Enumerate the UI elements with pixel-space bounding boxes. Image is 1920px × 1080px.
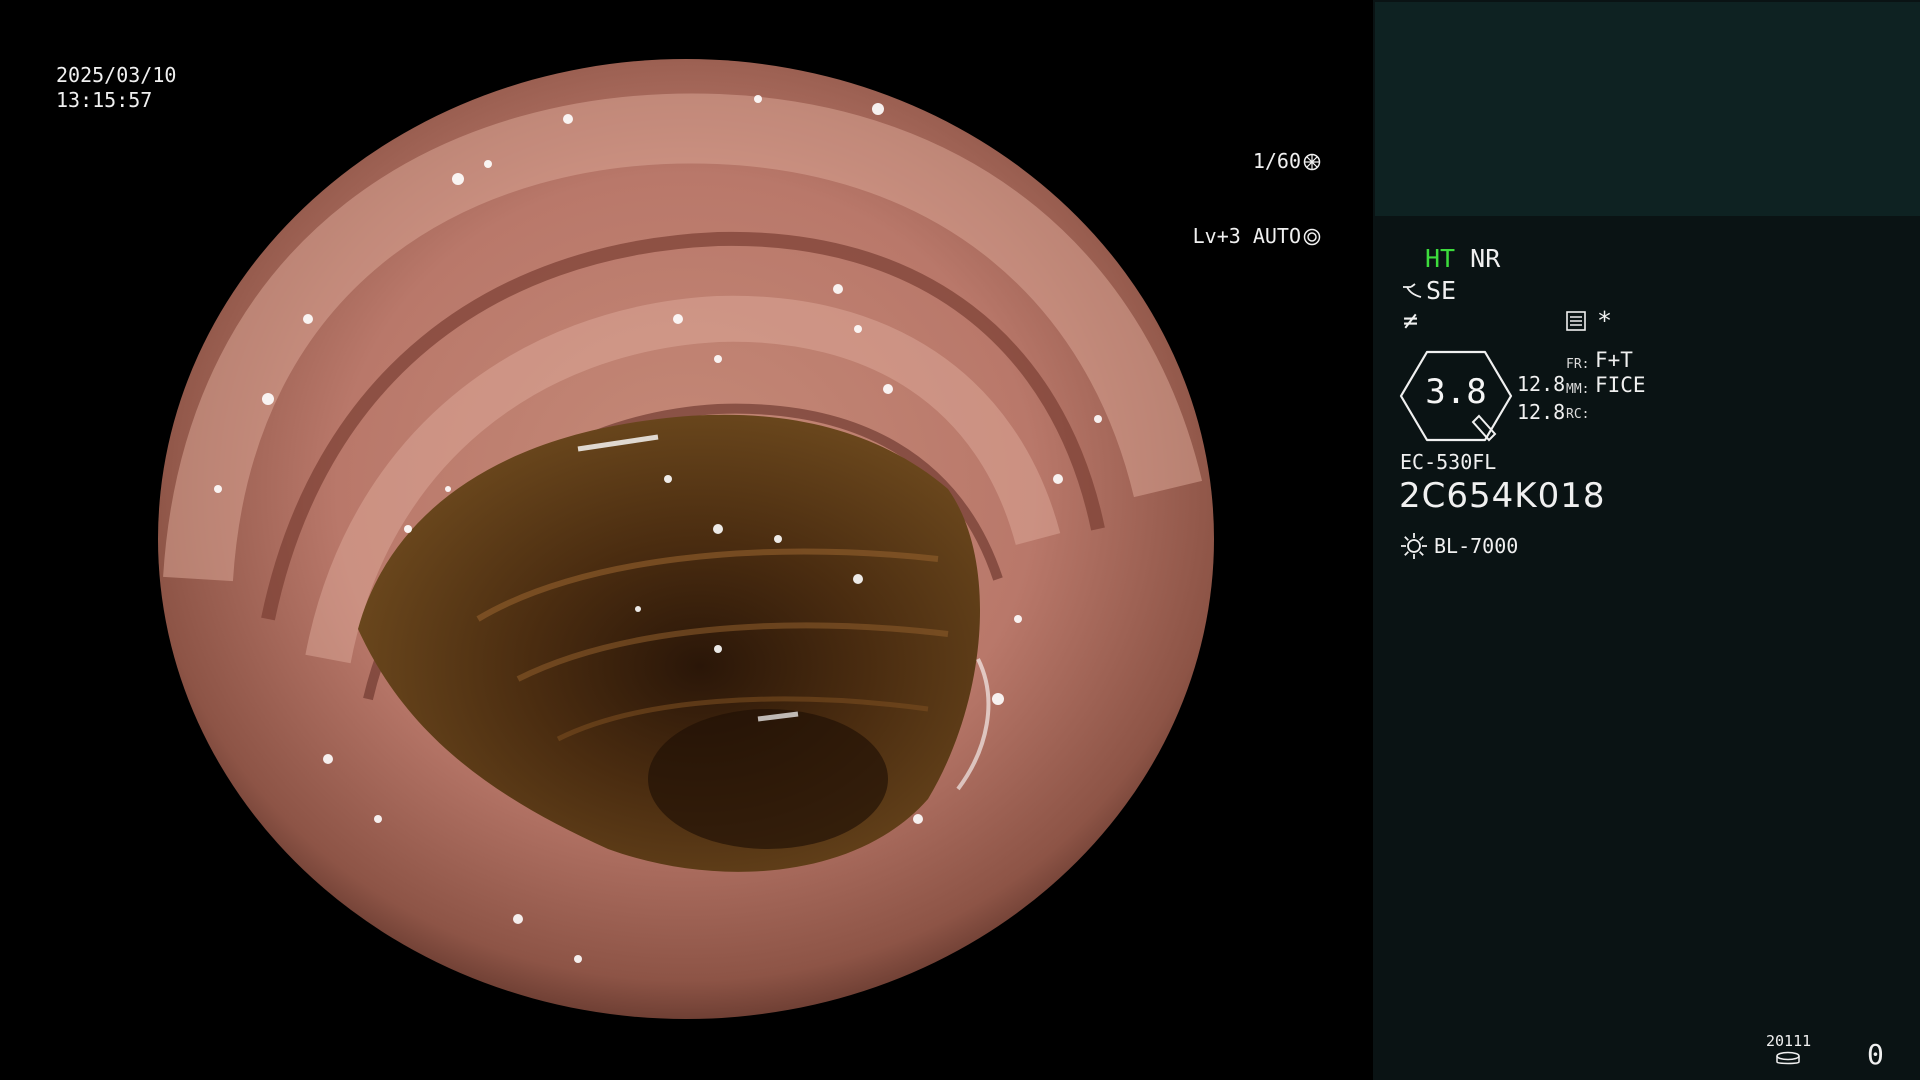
option-indicators: * (1565, 306, 1612, 335)
exposure-readout: 1/60 Lv+3 AUTO (1193, 99, 1321, 299)
endoscopy-monitor: 2025/03/10 13:15:57 1/60 Lv+3 AUTO HT NR… (0, 0, 1920, 1080)
scope-serial: 2C654K018 (1399, 476, 1606, 516)
scope-model: EC-530FL (1400, 450, 1497, 474)
auto-iris-icon (1303, 228, 1321, 245)
iris-level-text: Lv+3 AUTO (1192, 224, 1301, 248)
not-equal-icon: ≠ (1403, 306, 1419, 335)
time-text: 13:15:57 (56, 88, 153, 112)
zoom-value-2: 12.8 (1517, 400, 1566, 424)
light-source-icon (1401, 533, 1427, 559)
mm-value: FICE (1595, 373, 1646, 397)
aperture-icon (1303, 153, 1321, 170)
zoom-value: 3.8 (1425, 372, 1487, 412)
info-panel: HT NR SE ≠ * 3.8 12.8 12.8 FR: MM: RC: F… (1373, 0, 1920, 1080)
fr-value: F+T (1595, 348, 1633, 372)
light-source: BL-7000 (1400, 532, 1518, 560)
zoom-values: 12.8 12.8 (1517, 370, 1565, 426)
nr-indicator: NR (1470, 244, 1501, 273)
fr-label: FR: (1566, 357, 1590, 372)
rc-label: RC: (1566, 407, 1590, 422)
zoom-value-1: 12.8 (1517, 372, 1566, 396)
ht-indicator: HT (1425, 244, 1456, 273)
colon-lumen-image (158, 59, 1214, 1019)
enhance-text: SE (1426, 276, 1457, 305)
shutter-speed-text: 1/60 (1252, 149, 1301, 173)
storage-icon (1776, 1051, 1800, 1065)
enhancement-indicator: SE (1401, 276, 1456, 305)
counter-value: 0 (1867, 1038, 1884, 1071)
asterisk-icon: * (1597, 306, 1613, 335)
setting-labels: FR: MM: RC: (1566, 352, 1589, 427)
timestamp: 2025/03/10 13:15:57 (56, 63, 176, 113)
record-count: 20111 (1766, 1032, 1812, 1050)
mm-label: MM: (1566, 382, 1590, 397)
thumbnail-area (1375, 2, 1920, 216)
zoom-badge: 3.8 (1399, 350, 1513, 442)
date-text: 2025/03/10 (56, 63, 177, 87)
mode-indicators: HT NR (1425, 244, 1500, 273)
setting-values: F+T FICE (1595, 348, 1646, 398)
endoscope-view: 2025/03/10 13:15:57 1/60 Lv+3 AUTO (0, 0, 1373, 1080)
structure-enhance-icon (1403, 282, 1422, 298)
memo-icon (1566, 310, 1586, 331)
light-source-text: BL-7000 (1434, 534, 1519, 558)
